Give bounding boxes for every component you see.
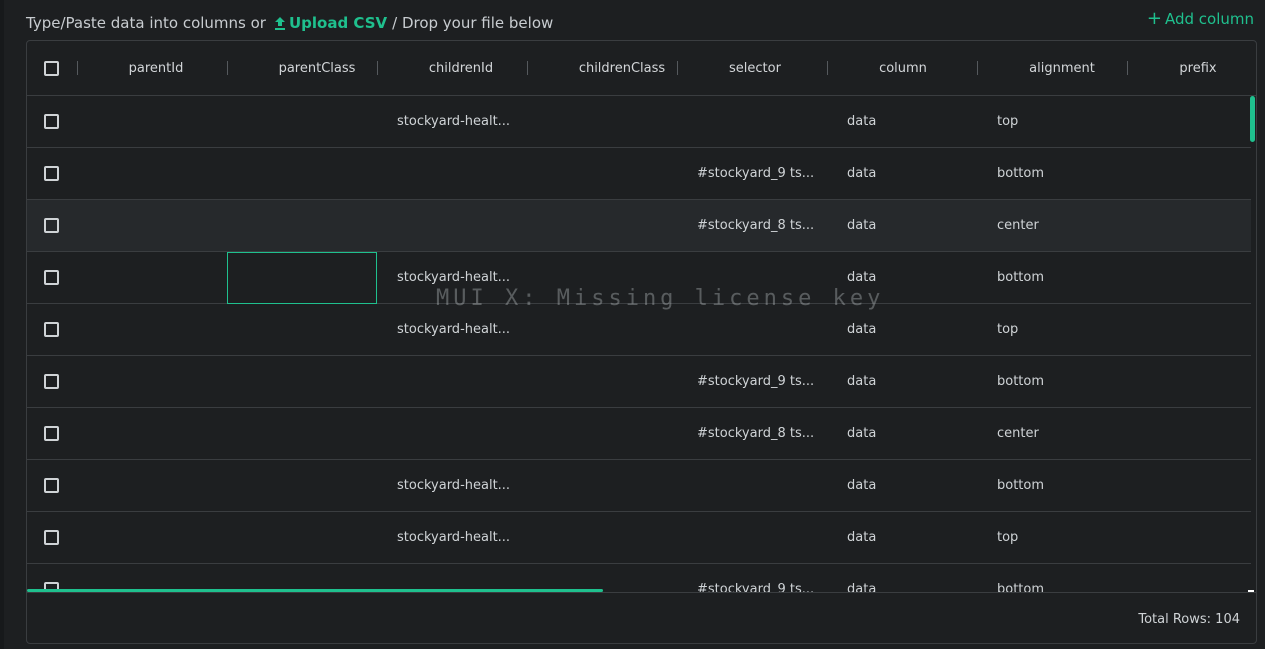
header-prefix[interactable]: prefix [1127, 41, 1256, 96]
cell-childrenId[interactable]: stockyard-healt... [397, 252, 510, 303]
cell-column[interactable]: data [847, 460, 876, 511]
row-checkbox[interactable] [44, 478, 59, 493]
select-all-checkbox[interactable] [44, 61, 59, 76]
row-checkbox[interactable] [44, 114, 59, 129]
grid-body: stockyard-healt... data top #stockyard_9… [27, 96, 1251, 592]
focused-cell-parentClass[interactable] [227, 252, 377, 304]
table-row[interactable]: #stockyard_9 ts... data bottom [27, 356, 1251, 408]
cell-column[interactable]: data [847, 512, 876, 563]
row-checkbox[interactable] [44, 166, 59, 181]
upload-arrow-icon [274, 16, 285, 30]
table-row[interactable]: stockyard-healt... data top [27, 304, 1251, 356]
row-checkbox[interactable] [44, 322, 59, 337]
table-row[interactable]: #stockyard_9 ts... data bottom [27, 148, 1251, 200]
cell-alignment[interactable]: bottom [997, 460, 1044, 511]
cell-childrenId[interactable]: stockyard-healt... [397, 460, 510, 511]
cell-childrenId[interactable]: stockyard-healt... [397, 96, 510, 147]
cell-alignment[interactable]: bottom [997, 356, 1044, 407]
left-edge [0, 0, 4, 649]
instructions-text: Type/Paste data into columns or [26, 14, 266, 32]
cell-alignment[interactable]: center [997, 200, 1039, 251]
header-column[interactable]: column [827, 41, 979, 96]
cell-selector[interactable]: #stockyard_8 ts... [697, 408, 814, 459]
cell-column[interactable]: data [847, 200, 876, 251]
cell-alignment[interactable]: top [997, 96, 1018, 147]
toolbar: Type/Paste data into columns or Upload C… [26, 10, 1254, 36]
header-childrenId[interactable]: childrenId [377, 41, 545, 96]
cell-selector[interactable]: #stockyard_9 ts... [697, 356, 814, 407]
row-checkbox[interactable] [44, 530, 59, 545]
table-row[interactable]: stockyard-healt... data bottom [27, 460, 1251, 512]
cell-selector[interactable]: #stockyard_8 ts... [697, 200, 814, 251]
header-parentId[interactable]: parentId [81, 41, 231, 96]
upload-csv-button[interactable]: Upload CSV [274, 14, 387, 32]
table-row[interactable]: #stockyard_9 ts... data bottom [27, 564, 1251, 592]
table-row[interactable]: stockyard-healt... data bottom [27, 252, 1251, 304]
table-row[interactable]: #stockyard_8 ts... data center [27, 408, 1251, 460]
row-checkbox[interactable] [44, 270, 59, 285]
cell-childrenId[interactable]: stockyard-healt... [397, 304, 510, 355]
table-row[interactable]: stockyard-healt... data top [27, 96, 1251, 148]
cell-alignment[interactable]: top [997, 304, 1018, 355]
grid-header: parentId parentClass childrenId children… [27, 41, 1256, 96]
drop-hint-text: / Drop your file below [392, 14, 554, 32]
table-row[interactable]: #stockyard_8 ts... data center [27, 200, 1251, 252]
cell-alignment[interactable]: bottom [997, 148, 1044, 199]
vertical-scrollbar-thumb[interactable] [1250, 96, 1255, 142]
cell-column[interactable]: data [847, 564, 876, 592]
upload-csv-label: Upload CSV [288, 14, 388, 32]
plus-icon: + [1146, 8, 1162, 29]
cell-alignment[interactable]: center [997, 408, 1039, 459]
total-rows-label: Total Rows: 104 [1138, 611, 1240, 627]
header-alignment[interactable]: alignment [977, 41, 1147, 96]
cell-childrenId[interactable]: stockyard-healt... [397, 512, 510, 563]
header-selector[interactable]: selector [677, 41, 833, 96]
table-row[interactable]: stockyard-healt... data top [27, 512, 1251, 564]
vertical-scrollbar-track[interactable] [1249, 96, 1256, 592]
row-checkbox[interactable] [44, 426, 59, 441]
grid-footer: Total Rows: 104 [27, 592, 1256, 643]
add-column-label: Add column [1164, 10, 1254, 28]
cell-selector[interactable]: #stockyard_9 ts... [697, 564, 814, 592]
cell-column[interactable]: data [847, 304, 876, 355]
row-checkbox[interactable] [44, 218, 59, 233]
row-checkbox[interactable] [44, 374, 59, 389]
cell-selector[interactable]: #stockyard_9 ts... [697, 148, 814, 199]
data-grid: parentId parentClass childrenId children… [26, 40, 1257, 644]
cell-alignment[interactable]: bottom [997, 252, 1044, 303]
cell-column[interactable]: data [847, 408, 876, 459]
cell-alignment[interactable]: bottom [997, 564, 1044, 592]
cell-column[interactable]: data [847, 356, 876, 407]
cell-column[interactable]: data [847, 252, 876, 303]
add-column-button[interactable]: + Add column [1146, 8, 1254, 29]
cell-alignment[interactable]: top [997, 512, 1018, 563]
column-separator[interactable] [77, 61, 78, 75]
cell-column[interactable]: data [847, 96, 876, 147]
cell-column[interactable]: data [847, 148, 876, 199]
